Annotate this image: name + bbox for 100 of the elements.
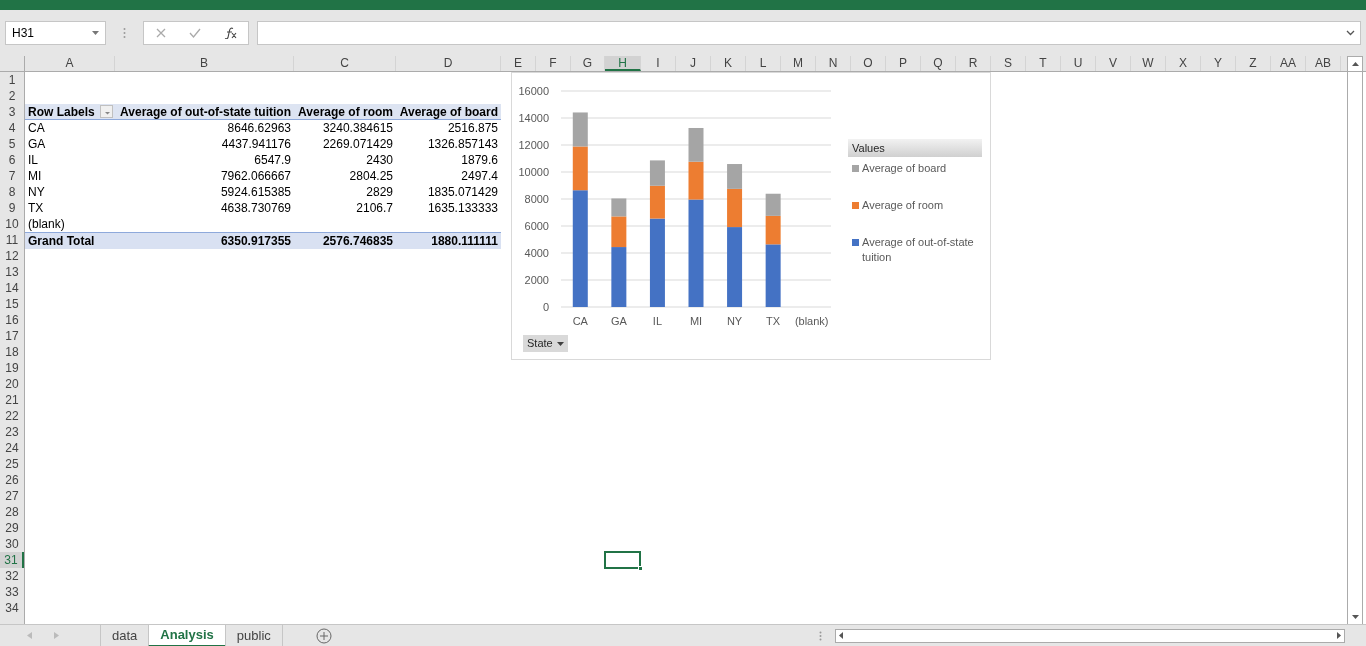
row-header[interactable]: 25 (0, 456, 24, 472)
column-header[interactable]: B (115, 56, 294, 71)
legend-title: Values (848, 139, 982, 157)
sheet-tab[interactable]: Analysis (148, 624, 225, 646)
fill-handle[interactable] (638, 566, 643, 571)
formula-input[interactable] (257, 21, 1361, 45)
row-header[interactable]: 33 (0, 584, 24, 600)
table-cell-text: CA (27, 120, 46, 136)
column-header[interactable]: X (1166, 56, 1201, 71)
sheet-tab[interactable]: public (224, 624, 282, 646)
row-header[interactable]: 13 (0, 264, 24, 280)
row-header[interactable]: 1 (0, 72, 24, 88)
column-header[interactable]: F (536, 56, 571, 71)
table-cell-text: 2804.25 (348, 168, 394, 184)
table-cell-text: 1326.857143 (426, 136, 499, 152)
column-header[interactable]: W (1131, 56, 1166, 71)
previous-sheet-icon[interactable] (27, 632, 32, 639)
row-header[interactable]: 18 (0, 344, 24, 360)
next-sheet-icon[interactable] (54, 632, 59, 639)
column-header[interactable]: O (851, 56, 886, 71)
check-icon[interactable] (188, 28, 201, 38)
row-header[interactable]: 19 (0, 360, 24, 376)
row-header[interactable]: 10 (0, 216, 24, 232)
column-header[interactable]: Z (1236, 56, 1271, 71)
row-header[interactable]: 12 (0, 248, 24, 264)
row-header[interactable]: 17 (0, 328, 24, 344)
row-labels-header[interactable]: Row Labels (25, 104, 115, 119)
column-header[interactable]: A (25, 56, 115, 71)
column-header[interactable]: K (711, 56, 746, 71)
row-header[interactable]: 32 (0, 568, 24, 584)
row-header[interactable]: 24 (0, 440, 24, 456)
column-header[interactable]: J (676, 56, 711, 71)
function-icon[interactable] (223, 27, 237, 39)
table-cell-text: 6547.9 (253, 152, 292, 168)
column-header[interactable]: H (605, 56, 641, 71)
table-cell-text: (blank) (27, 216, 66, 232)
x-axis-label: IL (652, 315, 662, 327)
scroll-up-button[interactable] (1347, 56, 1363, 72)
column-header[interactable]: C (294, 56, 396, 71)
column-header[interactable]: D (396, 56, 501, 71)
row-header[interactable]: 6 (0, 152, 24, 168)
column-header[interactable]: I (641, 56, 676, 71)
row-header[interactable]: 28 (0, 504, 24, 520)
row-header[interactable]: 3 (0, 104, 24, 120)
table-cell-text: 2269.071429 (321, 136, 394, 152)
column-header[interactable]: L (746, 56, 781, 71)
table-cell-text: 2430 (365, 152, 394, 168)
row-header[interactable]: 26 (0, 472, 24, 488)
row-header[interactable]: 21 (0, 392, 24, 408)
table-cell-text: 1880.111111 (430, 233, 499, 249)
row-header[interactable]: 7 (0, 168, 24, 184)
bar (649, 160, 665, 186)
close-icon[interactable] (155, 28, 166, 38)
column-header[interactable]: E (501, 56, 536, 71)
filter-button[interactable]: State (523, 335, 568, 352)
row-header[interactable]: 23 (0, 424, 24, 440)
vertical-scrollbar[interactable] (1347, 72, 1363, 624)
x-axis-label: CA (572, 315, 588, 327)
column-header[interactable]: P (886, 56, 921, 71)
row-header[interactable]: 30 (0, 536, 24, 552)
caret-down-icon (1351, 615, 1359, 619)
column-header[interactable]: T (1026, 56, 1061, 71)
table-cell-text: Average of board (398, 104, 499, 119)
row-header[interactable]: 20 (0, 376, 24, 392)
table-cell-text: 1635.133333 (426, 200, 499, 216)
row-header[interactable]: 31 (0, 552, 24, 568)
row-header[interactable]: 8 (0, 184, 24, 200)
bar (765, 193, 781, 216)
row-header[interactable]: 27 (0, 488, 24, 504)
row-header[interactable]: 34 (0, 600, 24, 616)
row-header[interactable]: 22 (0, 408, 24, 424)
row-header[interactable]: 4 (0, 120, 24, 136)
filter-dropdown-icon[interactable] (99, 105, 113, 118)
column-header[interactable]: U (1061, 56, 1096, 71)
table-cell-text: Grand Total (27, 233, 96, 249)
selected-cell[interactable] (604, 551, 641, 569)
column-header[interactable]: Q (921, 56, 956, 71)
horizontal-scrollbar[interactable] (835, 628, 1345, 643)
row-header[interactable]: 14 (0, 280, 24, 296)
table-cell-text: 2106.7 (355, 200, 394, 216)
y-axis-label: 14000 (518, 112, 549, 124)
column-header[interactable]: S (991, 56, 1026, 71)
column-header[interactable]: Y (1201, 56, 1236, 71)
row-header[interactable]: 16 (0, 312, 24, 328)
column-header[interactable]: N (816, 56, 851, 71)
row-header[interactable]: 5 (0, 136, 24, 152)
column-header[interactable]: V (1096, 56, 1131, 71)
row-header[interactable]: 9 (0, 200, 24, 216)
table-cell-text: TX (27, 200, 45, 216)
row-header[interactable]: 2 (0, 88, 24, 104)
column-header[interactable]: AA (1271, 56, 1306, 71)
table-cell-text: Average of out-of-state tuition (119, 104, 292, 119)
name-box[interactable]: H31 (5, 21, 106, 45)
row-header[interactable]: 29 (0, 520, 24, 536)
row-header[interactable]: 15 (0, 296, 24, 312)
column-header[interactable]: M (781, 56, 816, 71)
column-header[interactable]: R (956, 56, 991, 71)
row-header[interactable]: 11 (0, 232, 24, 248)
add-sheet-icon[interactable] (315, 627, 332, 644)
column-header[interactable]: AB (1306, 56, 1341, 71)
